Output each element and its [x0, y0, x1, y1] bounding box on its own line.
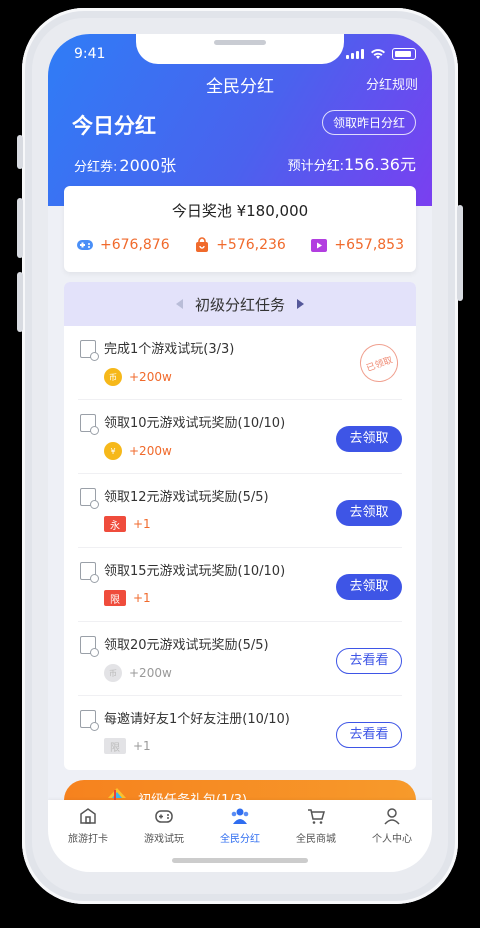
- volume-down-button: [17, 272, 23, 332]
- pool-stat: +576,236: [194, 237, 286, 253]
- pool-stat-value: +676,876: [100, 237, 170, 253]
- claim-button[interactable]: 去领取: [336, 574, 402, 600]
- people-icon: [231, 808, 249, 824]
- pool-stat-value: +657,853: [334, 237, 404, 253]
- estimated-dividend: 预计分红:156.36元: [288, 151, 416, 175]
- tab-label: 全民分红: [220, 834, 260, 845]
- task-name: 领取15元游戏试玩奖励(10/10): [104, 564, 286, 579]
- tab-game-trial[interactable]: 游戏试玩: [126, 806, 202, 845]
- task-name: 领取12元游戏试玩奖励(5/5): [104, 490, 269, 505]
- coupon-value: 2000张: [119, 156, 177, 175]
- signal-icon: [346, 49, 364, 59]
- tab-label: 旅游打卡: [68, 834, 108, 845]
- shopping-bag-icon: [196, 237, 209, 252]
- task-list-icon: [80, 488, 99, 509]
- coin-icon: 币: [104, 368, 122, 386]
- app-screen: 9:41 全民分红 分红规则 今日分红 领取昨日分红 分红券: 2000张 预计分…: [48, 34, 432, 872]
- cart-icon: [308, 809, 325, 824]
- coupon-label: 分红券:: [74, 160, 118, 175]
- view-button[interactable]: 去看看: [336, 648, 402, 674]
- task-list-icon: [80, 710, 99, 731]
- claim-button[interactable]: 去领取: [336, 426, 402, 452]
- task-list-icon: [80, 562, 99, 583]
- shop-icon: [80, 808, 96, 824]
- task-reward: ¥ +200w: [104, 442, 172, 460]
- tab-mall[interactable]: 全民商城: [278, 806, 354, 845]
- tab-label: 游戏试玩: [144, 834, 184, 845]
- status-icons: [346, 48, 416, 60]
- video-icon: [311, 238, 328, 252]
- task-item: 领取20元游戏试玩奖励(5/5) 币 +200w 去看看: [78, 622, 402, 696]
- limited-tag-icon: 限: [104, 738, 126, 754]
- today-dividend-title: 今日分红: [72, 114, 156, 138]
- task-list-icon: [80, 636, 99, 657]
- reward-value: +1: [133, 517, 151, 531]
- claim-yesterday-button[interactable]: 领取昨日分红: [321, 110, 416, 135]
- next-arrow-icon[interactable]: [297, 299, 304, 309]
- task-list-icon: [80, 414, 99, 435]
- task-panel-header: 初级分红任务: [64, 282, 416, 326]
- yuan-coin-icon: ¥: [104, 442, 122, 460]
- task-reward: 限 +1: [104, 590, 151, 606]
- prize-pool-stats: +676,876 +576,236 +657,853: [76, 237, 404, 253]
- task-item: 领取15元游戏试玩奖励(10/10) 限 +1 去领取: [78, 548, 402, 622]
- home-indicator[interactable]: [172, 858, 308, 863]
- pool-stat-value: +576,236: [216, 237, 286, 253]
- reward-value: +1: [133, 739, 151, 753]
- task-panel: 初级分红任务 完成1个游戏试玩(3/3) 币 +200w 已领取 领取10元游戏试…: [64, 282, 416, 770]
- battery-icon: [392, 48, 416, 60]
- task-reward: 永 +1: [104, 516, 151, 532]
- task-reward: 限 +1: [104, 738, 151, 754]
- gamepad-icon: [77, 240, 93, 250]
- reward-value: +1: [133, 591, 151, 605]
- tab-label: 个人中心: [372, 834, 412, 845]
- tab-label: 全民商城: [296, 834, 336, 845]
- limited-tag-icon: 限: [104, 590, 126, 606]
- tab-travel-checkin[interactable]: 旅游打卡: [50, 806, 126, 845]
- task-item: 领取10元游戏试玩奖励(10/10) ¥ +200w 去领取: [78, 400, 402, 474]
- volume-up-button: [17, 198, 23, 258]
- task-item: 领取12元游戏试玩奖励(5/5) 永 +1 去领取: [78, 474, 402, 548]
- reward-value: +200w: [129, 666, 172, 680]
- prize-pool-title: 今日奖池 ¥180,000: [171, 202, 309, 220]
- notch: [136, 34, 344, 64]
- prize-pool-card: 今日奖池 ¥180,000 +676,876 +576,236 +657,853: [64, 186, 416, 272]
- rules-link[interactable]: 分红规则: [366, 74, 418, 93]
- coin-icon: 币: [104, 664, 122, 682]
- tab-dividend[interactable]: 全民分红: [202, 806, 278, 845]
- mute-switch: [17, 135, 23, 169]
- reward-value: +200w: [129, 444, 172, 458]
- permanent-tag-icon: 永: [104, 516, 126, 532]
- wifi-icon: [371, 49, 385, 59]
- pool-stat: +676,876: [76, 237, 170, 253]
- estimate-label: 预计分红:: [287, 159, 344, 174]
- reward-value: +200w: [129, 370, 172, 384]
- task-reward: 币 +200w: [104, 368, 172, 386]
- power-button: [457, 205, 463, 301]
- task-item: 每邀请好友1个好友注册(10/10) 限 +1 去看看: [78, 696, 402, 769]
- status-time: 9:41: [74, 46, 106, 62]
- task-list-icon: [80, 340, 99, 361]
- task-name: 每邀请好友1个好友注册(10/10): [104, 712, 290, 727]
- claimed-stamp: 已领取: [354, 338, 404, 388]
- task-reward: 币 +200w: [104, 664, 172, 682]
- user-icon: [384, 808, 400, 825]
- pool-stat: +657,853: [310, 237, 404, 253]
- task-panel-title: 初级分红任务: [194, 295, 285, 314]
- prev-arrow-icon[interactable]: [175, 299, 183, 309]
- task-item: 完成1个游戏试玩(3/3) 币 +200w 已领取: [78, 326, 404, 400]
- task-name: 领取10元游戏试玩奖励(10/10): [104, 416, 286, 431]
- gamepad-icon: [155, 810, 173, 823]
- task-name: 领取20元游戏试玩奖励(5/5): [104, 638, 269, 653]
- tab-profile[interactable]: 个人中心: [354, 806, 430, 845]
- estimate-value: 156.36元: [344, 155, 416, 174]
- task-name: 完成1个游戏试玩(3/3): [104, 342, 235, 357]
- claim-button[interactable]: 去领取: [336, 500, 402, 526]
- coupon-count: 分红券: 2000张: [74, 152, 176, 176]
- view-button[interactable]: 去看看: [336, 722, 402, 748]
